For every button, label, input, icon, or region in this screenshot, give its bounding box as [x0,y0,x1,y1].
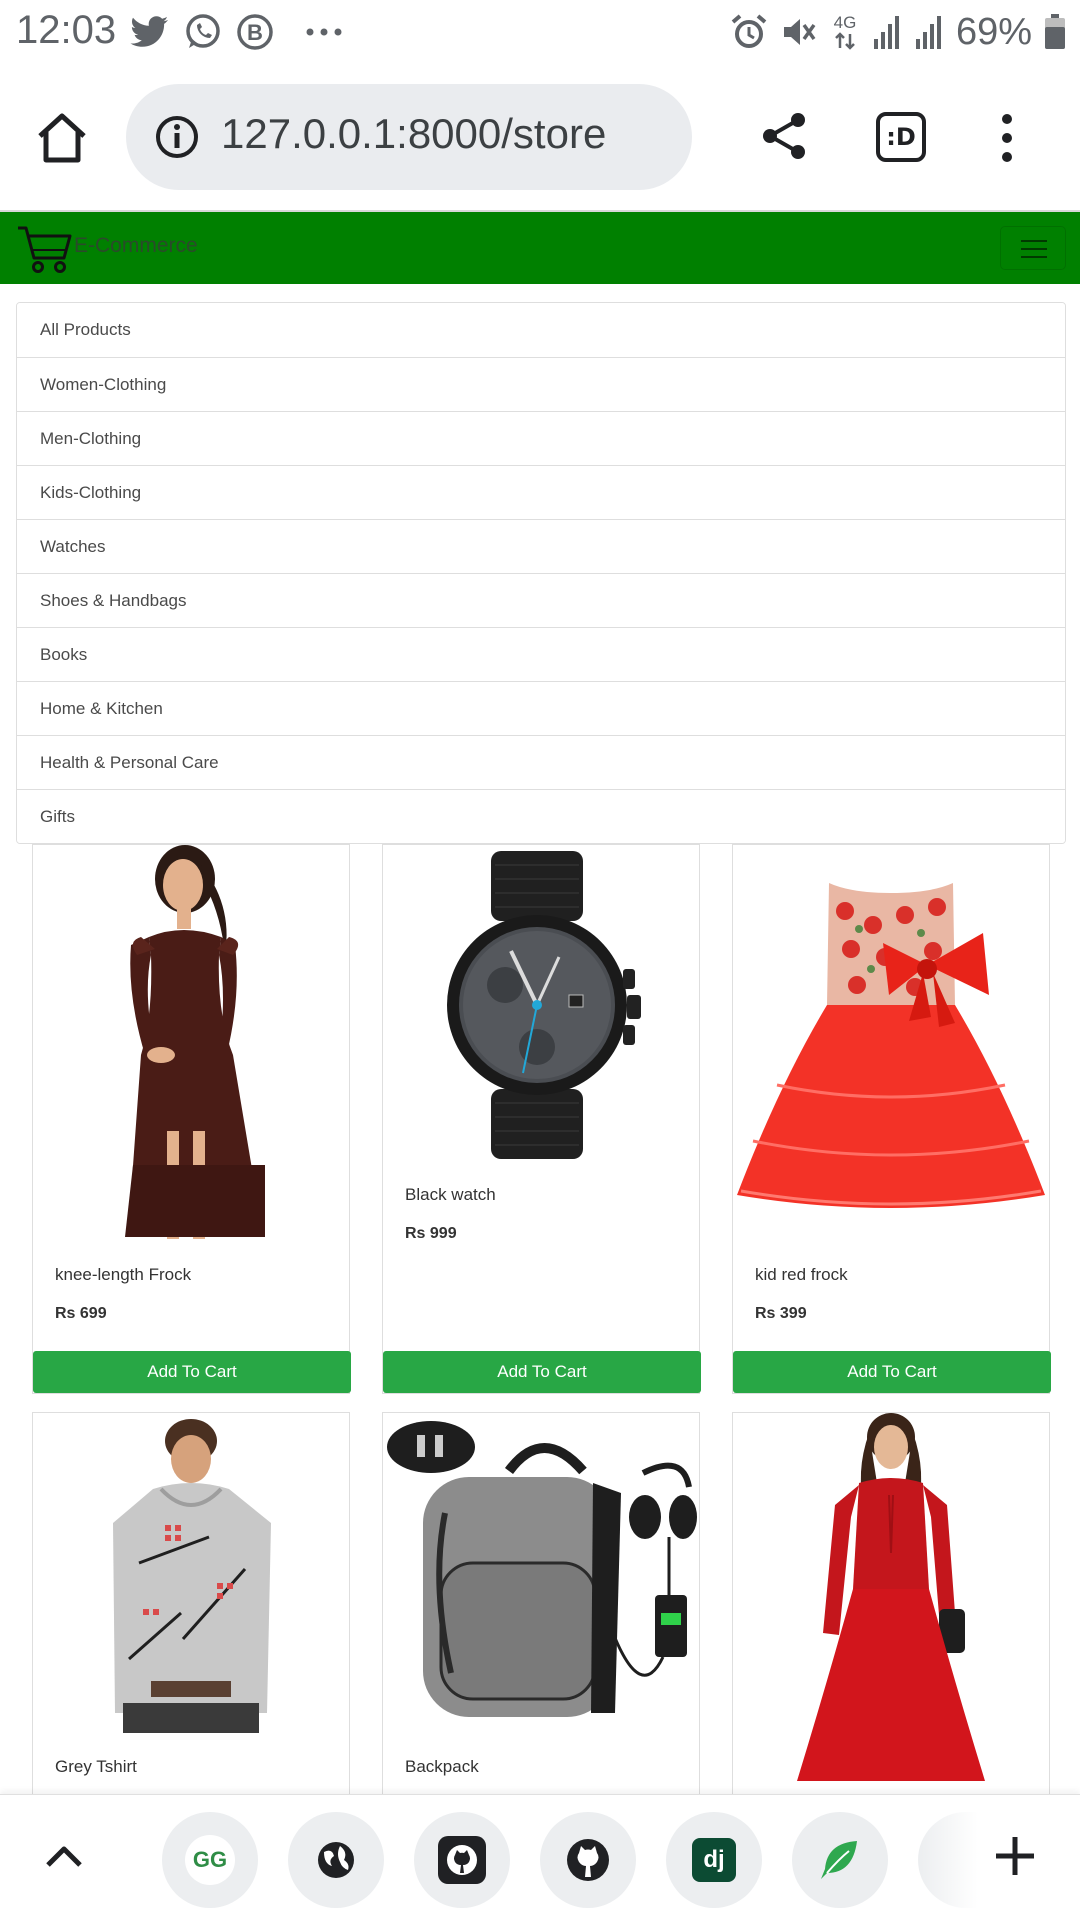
hamburger-line [1021,256,1047,258]
signal-icon [915,16,941,49]
status-system-icons: 4G 69% [730,10,1066,53]
product-image-frock[interactable] [33,845,349,1241]
shortcut-github[interactable] [540,1812,636,1908]
category-home-kitchen[interactable]: Home & Kitchen [17,681,1065,735]
hamburger-line [1021,240,1047,242]
shortcut-leaf[interactable] [792,1812,888,1908]
category-health-personal-care[interactable]: Health & Personal Care [17,735,1065,789]
category-kids-clothing[interactable]: Kids-Clothing [17,465,1065,519]
shortcut-github[interactable] [414,1812,510,1908]
category-shoes-handbags[interactable]: Shoes & Handbags [17,573,1065,627]
product-price: Rs 999 [405,1225,457,1242]
django-icon: dj [692,1838,736,1882]
product-card: Grey Tshirt [32,1412,350,1812]
category-watches[interactable]: Watches [17,519,1065,573]
status-notification-icons: B [130,12,346,52]
product-image-backpack[interactable] [383,1413,699,1733]
product-card: Black watch Rs 999 Add To Cart [382,844,701,1394]
category-men-clothing[interactable]: Men-Clothing [17,411,1065,465]
shortcut-globe[interactable] [288,1812,384,1908]
battery-percent: 69% [955,10,1032,53]
tab-switcher-button[interactable]: :D [876,112,926,162]
shopping-cart-icon[interactable] [16,222,74,276]
product-image-kid-frock[interactable] [733,845,1049,1241]
product-card [732,1412,1050,1812]
category-books[interactable]: Books [17,627,1065,681]
product-image-watch[interactable] [383,845,699,1165]
github-icon [438,1836,486,1884]
brand-name[interactable]: E-Commerce [74,234,198,258]
product-name[interactable]: Black watch [405,1185,496,1205]
info-icon[interactable] [154,114,200,160]
alarm-icon [731,14,767,48]
status-time: 12:03 [16,8,117,52]
signal-icon [873,16,899,49]
chevron-up-icon[interactable] [40,1833,88,1881]
network-type-icon: 4G [834,13,857,50]
product-name[interactable]: knee-length Frock [55,1265,191,1285]
overflow-menu-icon[interactable] [992,110,1022,166]
url-text[interactable]: 127.0.0.1:8000/store [221,110,606,158]
category-gifts[interactable]: Gifts [17,789,1065,843]
geeksforgeeks-icon: GG [185,1835,235,1885]
github-icon [567,1839,609,1881]
network-type-text: 4G [834,13,857,32]
add-icon[interactable] [990,1831,1040,1881]
category-all-products[interactable]: All Products [17,303,1065,357]
share-icon[interactable] [758,110,810,162]
add-to-cart-button[interactable]: Add To Cart [733,1351,1051,1393]
navbar-toggle-button[interactable] [1000,226,1066,270]
status-bar: 12:03 B 4G 69% [0,0,1080,66]
leaf-icon [821,1841,857,1879]
product-name[interactable]: Grey Tshirt [55,1757,137,1777]
product-card: kid red frock Rs 399 Add To Cart [732,844,1051,1394]
shortcut-django[interactable]: dj [666,1812,762,1908]
add-to-cart-button[interactable]: Add To Cart [33,1351,351,1393]
shortcut-geeksforgeeks[interactable]: GG [162,1812,258,1908]
product-price: Rs 399 [755,1305,807,1322]
add-to-cart-button[interactable]: Add To Cart [383,1351,701,1393]
site-navbar: E-Commerce [0,212,1080,284]
product-name[interactable]: Backpack [405,1757,479,1777]
hamburger-line [1021,248,1047,250]
product-image-tshirt[interactable] [33,1413,349,1733]
product-card: knee-length Frock Rs 699 Add To Cart [32,844,351,1394]
product-price: Rs 699 [55,1305,107,1322]
b-circle-icon: B [237,14,273,50]
home-icon[interactable] [34,110,90,166]
shortcut-label: GG [192,1847,228,1872]
category-list: All Products Women-Clothing Men-Clothing… [16,302,1066,844]
category-women-clothing[interactable]: Women-Clothing [17,357,1065,411]
shortcut-partial[interactable] [918,1812,978,1908]
product-card: Backpack [382,1412,700,1812]
battery-icon [1045,14,1065,49]
shortcut-label: dj [703,1846,725,1873]
more-dots-icon [306,28,342,36]
address-bar[interactable]: 127.0.0.1:8000/store [126,84,692,190]
globe-icon [318,1842,354,1878]
mute-icon [783,19,816,45]
whatsapp-icon [186,14,220,48]
browser-bottom-bar: GG dj [0,1794,1080,1920]
svg-text:B: B [247,20,263,45]
browser-toolbar: 127.0.0.1:8000/store :D [0,66,1080,210]
product-image-red-dress[interactable] [733,1413,1049,1793]
twitter-icon [130,16,168,47]
product-name[interactable]: kid red frock [755,1265,848,1285]
